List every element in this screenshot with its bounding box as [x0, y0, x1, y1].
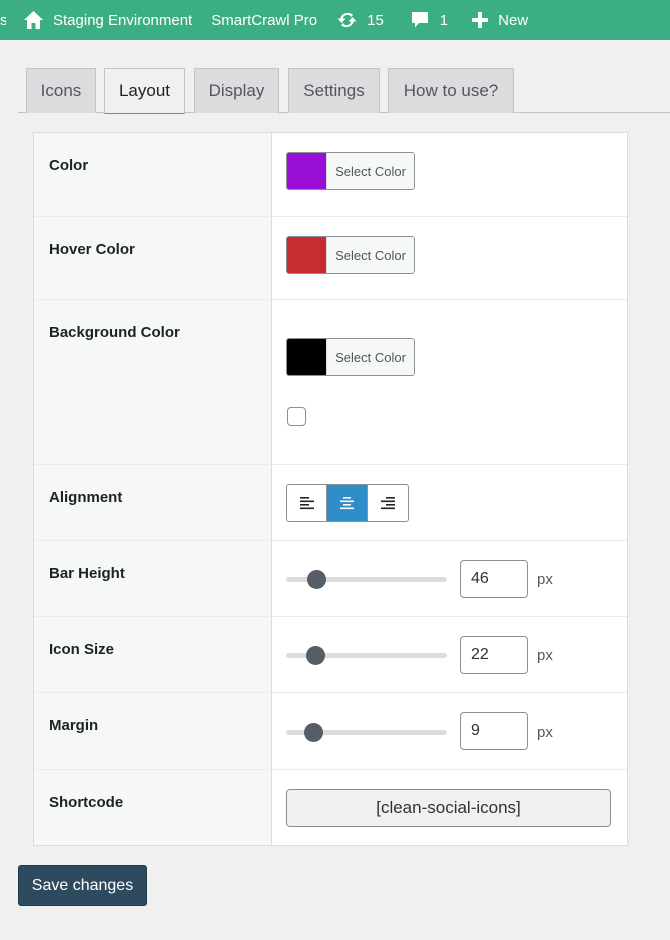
layout-settings-table: Color Select Color Hover Color Select Co… [33, 132, 628, 846]
row-divider [34, 769, 627, 770]
background-transparent-checkbox[interactable] [287, 407, 306, 426]
align-right-button[interactable] [368, 485, 408, 521]
icon-size-slider-thumb[interactable] [305, 646, 325, 665]
color-picker-label: Select Color [326, 153, 414, 189]
settings-tabs: Icons Layout Display Settings How to use… [18, 68, 670, 114]
row-divider [34, 299, 627, 300]
plus-icon [472, 12, 489, 28]
color-label: Color [49, 157, 89, 174]
updates-icon [337, 12, 357, 28]
icon-size-slider[interactable] [286, 646, 447, 665]
bar-height-unit: px [537, 571, 553, 588]
hover-color-picker-label: Select Color [326, 237, 414, 273]
admin-bar-cutoff-item[interactable]: s [0, 0, 6, 40]
align-center-icon [340, 497, 355, 510]
admin-bar-new-link[interactable]: New [471, 0, 528, 40]
save-changes-button[interactable]: Save changes [18, 865, 147, 906]
color-picker-button[interactable]: Select Color [286, 152, 415, 190]
bar-height-slider[interactable] [286, 570, 447, 589]
align-center-button[interactable] [327, 485, 368, 521]
color-swatch [287, 153, 326, 189]
admin-bar-updates-link[interactable]: 15 [336, 0, 384, 40]
admin-bar: s Staging Environment SmartCrawl Pro 15 … [0, 0, 670, 40]
new-label: New [498, 11, 529, 29]
background-color-label: Background Color [49, 324, 180, 341]
comments-count: 1 [439, 11, 449, 29]
background-color-swatch [287, 339, 326, 375]
margin-unit: px [537, 724, 553, 741]
row-divider [34, 692, 627, 693]
updates-count: 15 [367, 11, 384, 29]
background-color-picker-button[interactable]: Select Color [286, 338, 415, 376]
bar-height-slider-thumb[interactable] [307, 570, 327, 589]
margin-label: Margin [49, 717, 99, 734]
admin-bar-comments-link[interactable]: 1 [410, 0, 448, 40]
alignment-label: Alignment [49, 489, 123, 506]
bar-height-label: Bar Height [49, 565, 125, 582]
shortcode-field[interactable]: [clean-social-icons] [286, 789, 611, 827]
tab-display[interactable]: Display [194, 68, 279, 113]
plugin-name: SmartCrawl Pro [211, 11, 318, 29]
tab-settings[interactable]: Settings [288, 68, 380, 113]
icon-size-label: Icon Size [49, 641, 115, 658]
align-left-button[interactable] [287, 485, 328, 521]
row-divider [34, 616, 627, 617]
margin-input[interactable]: 9 [460, 712, 528, 750]
icon-size-input[interactable]: 22 [460, 636, 528, 674]
margin-slider-thumb[interactable] [304, 723, 324, 742]
margin-slider[interactable] [286, 723, 447, 742]
comment-icon [411, 12, 428, 28]
icon-size-unit: px [537, 647, 553, 664]
tab-how-to-use[interactable]: How to use? [388, 68, 514, 113]
admin-bar-cutoff-text: s [0, 11, 6, 29]
row-divider [34, 216, 627, 217]
bar-height-input[interactable]: 46 [460, 560, 528, 598]
tab-layout[interactable]: Layout [104, 68, 185, 114]
background-color-picker-label: Select Color [326, 339, 414, 375]
hover-color-label: Hover Color [49, 241, 135, 258]
shortcode-label: Shortcode [49, 794, 124, 811]
align-right-icon [380, 497, 395, 510]
row-divider [34, 540, 627, 541]
admin-bar-site-link[interactable]: Staging Environment [23, 0, 192, 40]
row-divider [34, 464, 627, 465]
hover-color-swatch [287, 237, 326, 273]
tab-icons[interactable]: Icons [26, 68, 96, 113]
alignment-button-group [286, 484, 409, 522]
hover-color-picker-button[interactable]: Select Color [286, 236, 415, 274]
site-name: Staging Environment [53, 11, 193, 29]
home-icon [24, 11, 43, 29]
admin-bar-smartcrawl-link[interactable]: SmartCrawl Pro [211, 0, 317, 40]
align-left-icon [299, 497, 314, 510]
